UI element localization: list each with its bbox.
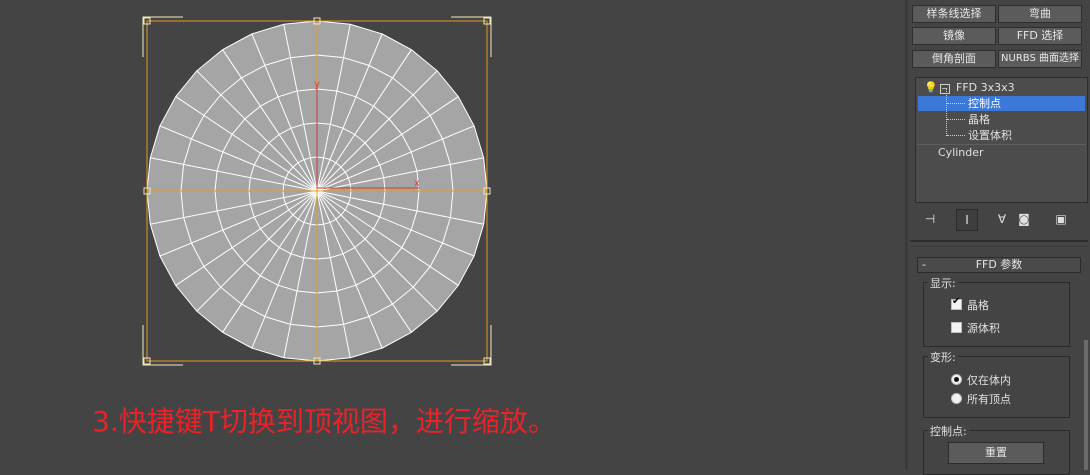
source-volume-checkbox[interactable]	[951, 322, 962, 333]
bevel-profile-button[interactable]: 倒角剖面	[912, 50, 996, 68]
stack-subitem-control-points[interactable]: 控制点	[918, 96, 1085, 111]
nurbs-surface-select-button[interactable]: NURBS 曲面选择	[998, 50, 1082, 68]
radio-selected-dot	[954, 377, 959, 382]
make-unique-icon[interactable]: ∀	[992, 209, 1012, 229]
tree-line	[947, 135, 965, 136]
source-volume-checkbox-label: 源体积	[967, 322, 1000, 335]
selection-bracket	[451, 16, 492, 57]
x-axis-label: x	[414, 178, 420, 189]
checkmark-icon: ✔	[952, 296, 961, 307]
panel-divider-line	[910, 240, 1088, 242]
collapse-toggle-icon[interactable]: −	[939, 84, 950, 94]
y-axis-label: y	[314, 79, 320, 90]
panel-scrollbar[interactable]	[1084, 340, 1088, 470]
selection-bracket	[451, 325, 492, 366]
stack-subitem-set-volume[interactable]: 设置体积	[968, 128, 1012, 143]
stack-subitem-lattice[interactable]: 晶格	[968, 112, 990, 127]
stack-modifier-label: FFD 3x3x3	[956, 81, 1015, 94]
reset-button[interactable]: 重置	[948, 442, 1044, 464]
all-vertices-radio[interactable]	[951, 393, 962, 404]
all-vertices-label: 所有顶点	[967, 393, 1011, 406]
tutorial-caption: 3.快捷键T切换到顶视图，进行缩放。	[92, 405, 556, 438]
configure-modifier-sets-icon[interactable]: ▣	[1051, 209, 1071, 229]
rollout-collapse-icon[interactable]: -	[922, 258, 926, 272]
pin-stack-icon[interactable]: ⊣	[920, 209, 940, 229]
command-panel: 样条线选择 弯曲 镜像 FFD 选择 倒角剖面 NURBS 曲面选择 💡 − F…	[908, 0, 1090, 475]
tree-line	[947, 103, 965, 104]
lattice-checkbox[interactable]: ✔	[951, 296, 962, 310]
show-end-result-icon[interactable]: Ⅰ	[956, 209, 978, 231]
panel-divider-line	[910, 246, 1088, 247]
modifier-stack[interactable]: 💡 − FFD 3x3x3 控制点 晶格 设置体积 Cylinder	[915, 77, 1088, 203]
bend-button[interactable]: 弯曲	[998, 5, 1082, 23]
top-viewport[interactable]: y x 3.快捷键T切换到顶视图，进行缩放。	[0, 0, 905, 470]
lightbulb-icon[interactable]: 💡	[924, 80, 938, 95]
tree-line	[947, 119, 965, 120]
lattice-checkbox-label: 晶格	[967, 299, 989, 312]
control-points-group-label: 控制点:	[928, 423, 969, 439]
stack-base-object[interactable]: Cylinder	[938, 145, 984, 160]
remove-modifier-icon[interactable]: ◙	[1014, 209, 1034, 229]
tree-line	[946, 89, 948, 136]
mirror-button[interactable]: 镜像	[912, 27, 996, 45]
selection-bracket	[142, 16, 183, 57]
display-group-label: 显示:	[928, 275, 958, 291]
only-in-volume-radio[interactable]	[951, 374, 962, 385]
deform-group-label: 变形:	[928, 349, 958, 365]
spline-select-button[interactable]: 样条线选择	[912, 5, 996, 23]
only-in-volume-label: 仅在体内	[967, 374, 1011, 387]
stack-item-ffd[interactable]: 💡 − FFD 3x3x3	[924, 80, 1015, 95]
display-group	[923, 282, 1070, 347]
rollout-title: FFD 参数	[975, 258, 1023, 271]
ffd-parameters-rollout-header[interactable]: - FFD 参数	[917, 257, 1081, 273]
ffd-lattice[interactable]	[143, 17, 491, 365]
ffd-select-button[interactable]: FFD 选择	[998, 27, 1082, 45]
selection-bracket	[142, 325, 183, 366]
